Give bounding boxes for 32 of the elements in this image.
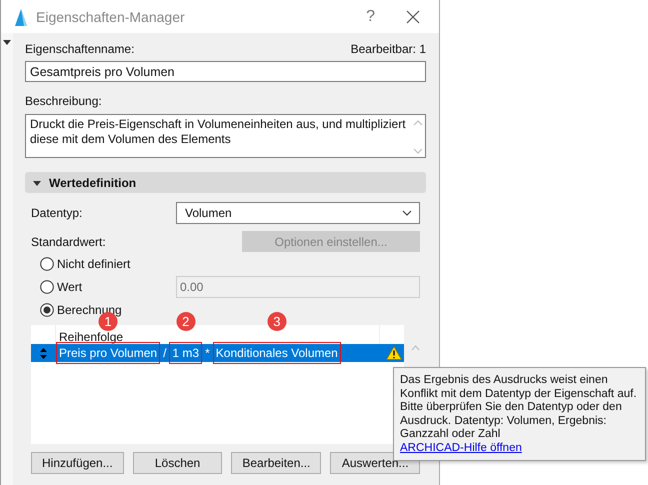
radio-label: Wert	[57, 280, 82, 294]
app-logo-icon	[14, 8, 28, 26]
window-title: Eigenschaften-Manager	[36, 8, 186, 24]
radio-button[interactable]	[40, 302, 54, 316]
dropdown-chevron-icon[interactable]	[402, 210, 412, 216]
help-link[interactable]: ARCHICAD-Hilfe öffnen	[400, 442, 639, 455]
data-type-dropdown[interactable]: Volumen	[176, 202, 420, 224]
name-input-field[interactable]: Gesamtpreis pro Volumen	[25, 61, 426, 82]
field-label: Datentyp:	[31, 206, 82, 220]
action-button[interactable]: Löschen	[132, 452, 222, 474]
description-text-field[interactable]: Druckt die Preis-Eigenschaft in Volumeneinheiten aus, und multipliziert diese mit dem Volumen des Elements	[25, 114, 426, 158]
action-button[interactable]: Bearbeiten...	[231, 452, 322, 474]
expression-operator: *	[205, 346, 210, 360]
radio-button[interactable]	[40, 280, 54, 294]
action-button[interactable]: Hinzufügen...	[31, 452, 124, 474]
callout-badge: 3	[267, 312, 286, 331]
radio-button[interactable]	[40, 256, 54, 270]
section-header[interactable]: Wertedefinition	[25, 172, 426, 193]
reorder-arrows-icon[interactable]	[40, 348, 47, 358]
field-label: Standardwert:	[31, 234, 106, 248]
radio-label: Nicht definiert	[57, 256, 130, 270]
field-label: Beschreibung:	[25, 94, 103, 108]
tooltip-text: Das Ergebnis des Ausdrucks weist einen Konflikt mit dem Datentyp der Eigenschaft auf. Bitte überprüfen Sie den Datentyp oder den Ausdruck. Datentyp: Volumen, Ergebnis: Ganzzahl oder Zahl	[400, 374, 638, 442]
expression-operator: /	[163, 346, 166, 360]
help-button[interactable]: ?	[366, 8, 375, 26]
collapse-triangle-icon[interactable]	[3, 40, 11, 45]
field-label: Eigenschaftenname:	[25, 42, 134, 56]
close-button[interactable]	[405, 8, 421, 24]
description-text: Druckt die Preis-Eigenschaft in Volumeneinheiten aus, und multipliziert diese mit dem Volumen des Elements	[30, 117, 407, 148]
callout-badge: 2	[176, 312, 196, 331]
editable-count: Bearbeitbar: 1	[350, 42, 426, 56]
warning-icon[interactable]	[386, 346, 402, 360]
